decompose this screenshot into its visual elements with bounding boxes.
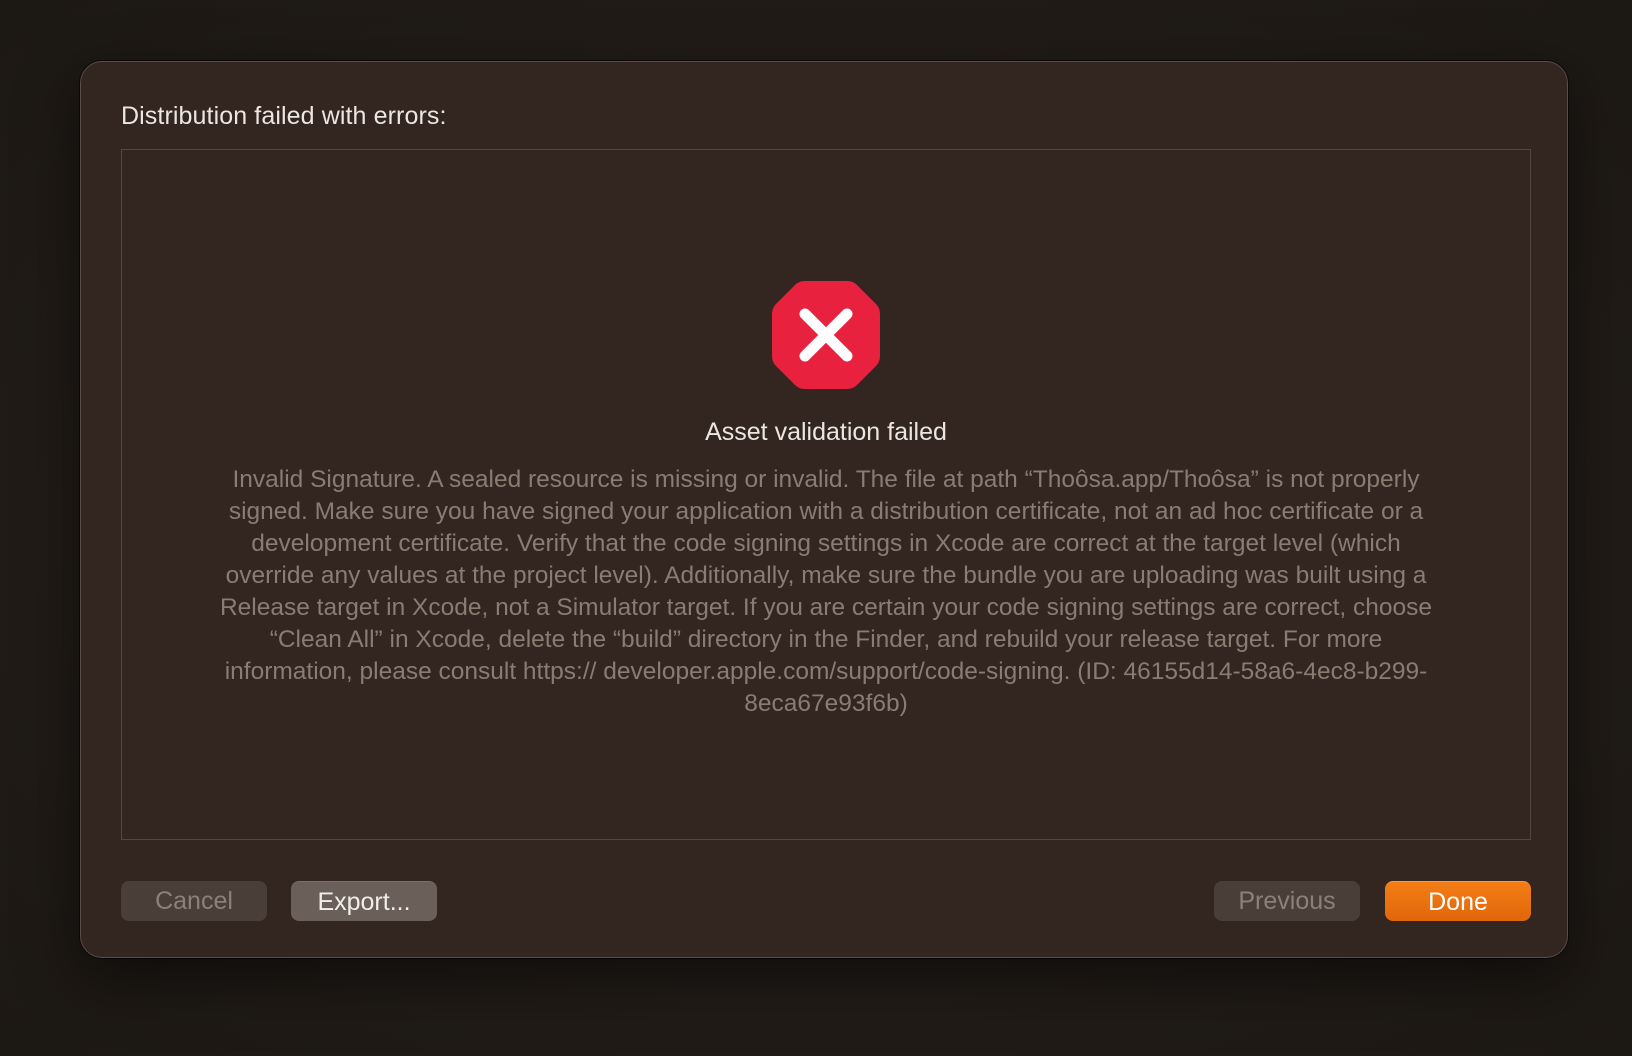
desktop-background: Distribution failed with errors: Asset v… <box>0 0 1632 1056</box>
cancel-button[interactable]: Cancel <box>121 881 267 921</box>
error-octagon-icon <box>772 281 880 389</box>
export-button[interactable]: Export... <box>291 881 437 921</box>
distribution-dialog: Distribution failed with errors: Asset v… <box>80 61 1568 958</box>
error-panel: Asset validation failed Invalid Signatur… <box>121 149 1531 840</box>
dialog-heading: Distribution failed with errors: <box>121 102 447 130</box>
error-title: Asset validation failed <box>705 418 947 446</box>
previous-button[interactable]: Previous <box>1214 881 1360 921</box>
error-message: Invalid Signature. A sealed resource is … <box>219 466 1433 717</box>
done-button[interactable]: Done <box>1385 881 1531 921</box>
